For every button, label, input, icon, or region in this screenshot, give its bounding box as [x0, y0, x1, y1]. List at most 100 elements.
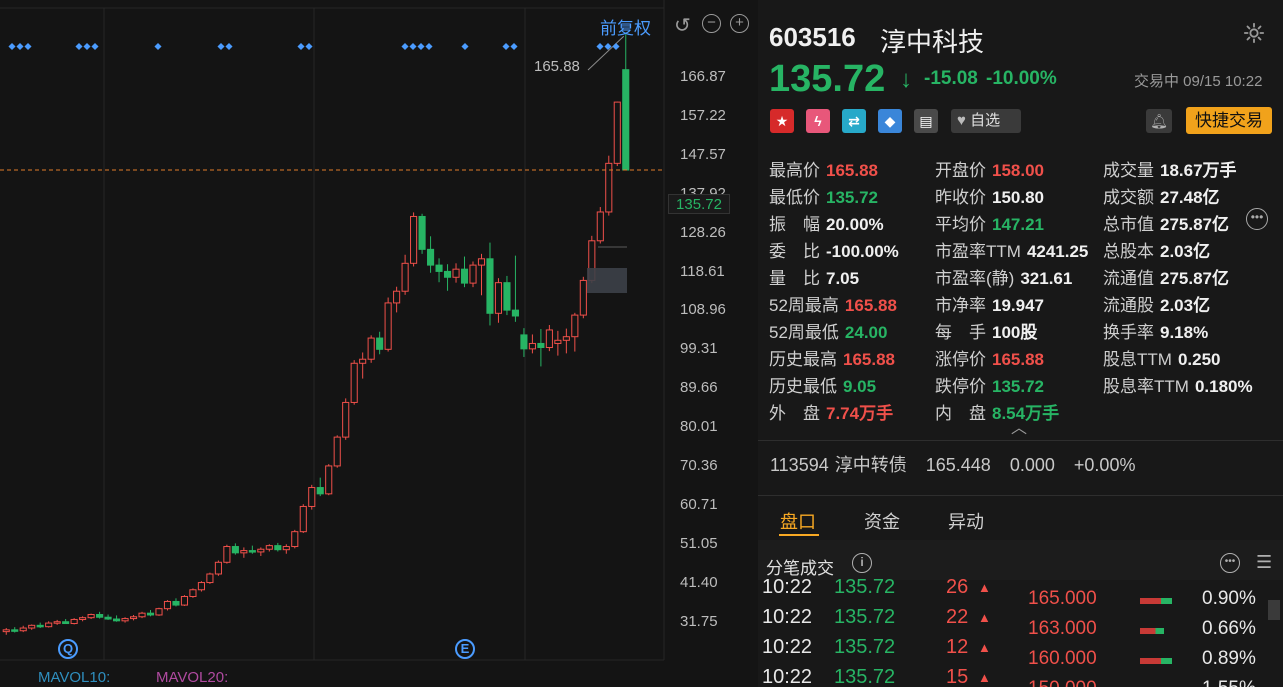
trade-status: 交易中 09/15 10:22	[1134, 73, 1263, 90]
kline-chart-panel[interactable]: 前复权 ↺ − + 165.88 166.87157.22147.57137.9…	[0, 0, 756, 687]
kline-chart[interactable]	[0, 0, 756, 687]
bell-icon[interactable]: 🔔︎	[1146, 109, 1172, 133]
stat-value: 165.88	[992, 350, 1044, 369]
stat-label: 开盘价	[935, 161, 986, 180]
y-axis-label: 147.57	[680, 145, 726, 163]
event-diamond	[154, 42, 162, 51]
price-distribution-row: 163.000 0.66%	[1028, 618, 1283, 648]
stat-label: 市盈率(静)	[935, 269, 1015, 288]
zoom-out-icon[interactable]: −	[702, 14, 721, 33]
tab-order-book[interactable]: 盘口	[780, 508, 816, 534]
tag-icon[interactable]: ◆	[878, 109, 902, 133]
zoom-in-icon[interactable]: +	[730, 14, 749, 33]
bond-code: 113594	[770, 455, 829, 475]
tick-volume: 22	[946, 606, 969, 628]
stat-item: 市盈率(静) 321.61	[935, 264, 1072, 289]
stat-item: 成交量 18.67万手	[1103, 156, 1237, 181]
candle-body	[410, 215, 418, 264]
candle-body	[240, 550, 248, 554]
selection-box	[587, 268, 627, 293]
stat-value: 275.87亿	[1160, 269, 1229, 288]
tick-price: 135.72	[834, 576, 896, 598]
tick-row: 10:22 135.72 12 ▲	[758, 636, 1008, 666]
stat-value: 158.00	[992, 161, 1044, 180]
tick-price: 135.72	[834, 666, 896, 687]
stat-item: 总股本 2.03亿	[1103, 237, 1210, 262]
china-flag-icon[interactable]: ★	[770, 109, 794, 133]
margin-icon[interactable]: ϟ	[806, 109, 830, 133]
y-axis-label: 118.61	[680, 262, 725, 280]
stat-label: 市净率	[935, 296, 986, 315]
more-icon[interactable]: •••	[1246, 208, 1268, 230]
note-icon[interactable]: ▤	[914, 109, 938, 133]
stat-value: 150.80	[992, 188, 1044, 207]
convertible-bond-row[interactable]: 113594 淳中转债 165.448 0.000 +0.00%	[770, 451, 1149, 477]
stat-label: 成交额	[1103, 188, 1154, 207]
list-icon[interactable]: ☰	[1256, 552, 1272, 573]
info-icon[interactable]: i	[852, 553, 872, 573]
event-marker-q[interactable]: Q	[58, 639, 78, 659]
candle-body	[70, 618, 78, 625]
stat-item: 市盈率TTM 4241.25	[935, 237, 1088, 262]
tick-row: 10:22 135.72 15 ▲	[758, 666, 1008, 687]
event-diamond	[461, 42, 469, 51]
stat-value: 18.67万手	[1160, 161, 1237, 180]
y-axis-label: 80.01	[680, 418, 718, 436]
event-diamond	[596, 42, 604, 51]
active-tab-indicator	[779, 534, 819, 536]
down-arrow-icon: ↓	[900, 66, 912, 93]
candle-body	[333, 436, 341, 467]
stat-value: 275.87亿	[1160, 215, 1229, 234]
more-icon[interactable]: •••	[1220, 553, 1240, 573]
stat-label: 跌停价	[935, 377, 986, 396]
candle-body	[308, 487, 316, 507]
tick-time: 10:22	[762, 606, 813, 628]
tab-movement[interactable]: 异动	[948, 508, 984, 534]
candle-body	[223, 546, 231, 563]
tick-time: 10:22	[762, 636, 813, 658]
candle-body	[129, 616, 138, 620]
stat-item: 股息率TTM 0.180%	[1103, 372, 1253, 397]
candle-body	[180, 596, 189, 606]
quick-trade-button[interactable]: 快捷交易	[1186, 107, 1272, 134]
candle-body	[342, 401, 350, 438]
candle-body	[282, 546, 290, 551]
stat-value: 9.05	[843, 377, 877, 396]
scrollbar[interactable]	[1268, 600, 1280, 620]
high-leader-line	[587, 35, 625, 71]
stat-label: 历史最低	[769, 377, 837, 396]
candle-body	[87, 614, 95, 619]
event-marker-e[interactable]: E	[455, 639, 475, 659]
candle-body	[316, 487, 324, 495]
candle-body	[291, 531, 299, 548]
tick-volume: 15	[946, 666, 969, 687]
event-diamond	[75, 42, 83, 51]
connect-icon[interactable]: ⇄	[842, 109, 866, 133]
candle-body	[62, 621, 70, 625]
candle-body	[19, 627, 27, 632]
candle-body	[367, 337, 375, 360]
chevron-up-icon[interactable]: ︿	[1011, 414, 1027, 438]
mavol20-label: MAVOL20:	[156, 669, 229, 686]
stat-label: 内 盘	[935, 404, 986, 423]
distribution-percent: 0.89%	[1202, 648, 1256, 669]
candle-body	[197, 582, 205, 591]
stat-label: 换手率	[1103, 323, 1154, 342]
tab-capital[interactable]: 资金	[864, 508, 900, 534]
stat-label: 平均价	[935, 215, 986, 234]
stat-value: 7.74万手	[826, 404, 894, 423]
event-diamond	[83, 42, 91, 51]
stat-item: 每 手 100股	[935, 318, 1037, 343]
stat-label: 成交量	[1103, 161, 1154, 180]
candle-body	[206, 573, 214, 584]
candle-body	[172, 600, 180, 606]
candle-body	[104, 616, 112, 620]
price-adjust-toggle[interactable]: 前复权	[600, 14, 651, 39]
candle-body	[418, 215, 426, 250]
distribution-bar	[1140, 658, 1172, 664]
price-change: -15.08	[924, 68, 978, 89]
add-watchlist-button[interactable]: ♥ 自选	[951, 109, 1021, 133]
stock-name: 淳中科技	[880, 27, 985, 57]
undo-icon[interactable]: ↺	[674, 13, 691, 38]
gear-icon[interactable]	[1243, 22, 1265, 44]
